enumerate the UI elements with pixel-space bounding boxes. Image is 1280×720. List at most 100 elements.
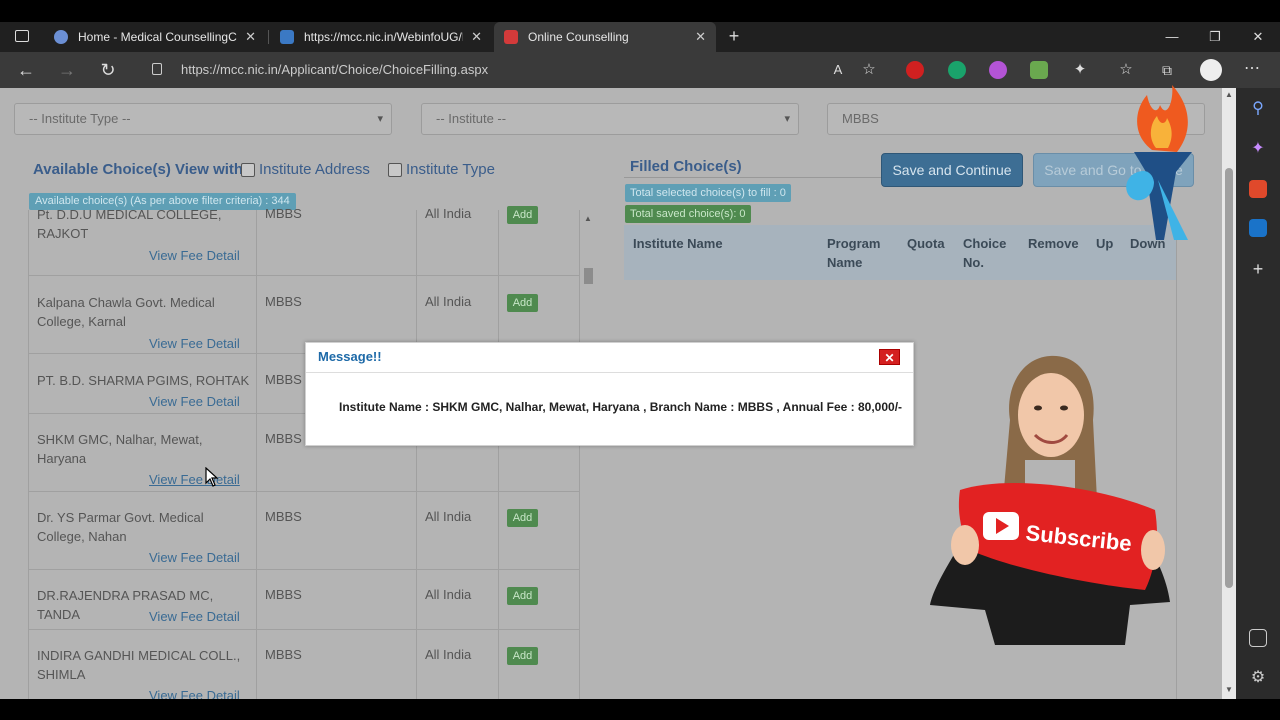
browser-tab-bar: Home - Medical CounsellingCom ✕ https://…	[0, 22, 1280, 52]
tab-title: https://mcc.nic.in/WebinfoUG/Pa	[304, 30, 464, 44]
view-fee-detail-link[interactable]: View Fee Detail	[149, 336, 240, 351]
address-bar: ← → ↻ https://mcc.nic.in/Applicant/Choic…	[0, 52, 1280, 88]
nic-favicon-icon	[280, 30, 294, 44]
add-button[interactable]: Add	[507, 647, 538, 665]
column-header: Institute Name	[633, 236, 723, 251]
refresh-icon[interactable]: ↻	[96, 58, 120, 82]
tab-divider	[268, 30, 269, 44]
scroll-down-icon[interactable]: ▼	[1225, 686, 1233, 694]
close-tab-icon[interactable]: ✕	[695, 29, 706, 45]
tab-webinfo[interactable]: https://mcc.nic.in/WebinfoUG/Pa ✕	[270, 22, 492, 52]
tab-title: Online Counselling	[528, 30, 629, 44]
grammarly-icon[interactable]	[948, 61, 966, 79]
table-row: Dr. YS Parmar Govt. Medical College, Nah…	[28, 492, 580, 570]
view-fee-detail-link[interactable]: View Fee Detail	[149, 472, 240, 487]
program-name: MBBS	[265, 294, 302, 309]
view-fee-detail-link[interactable]: View Fee Detail	[149, 688, 240, 699]
filled-choices-header: Filled Choice(s)	[630, 158, 742, 175]
minimize-icon[interactable]: —	[1150, 22, 1194, 52]
mouse-cursor-icon	[205, 467, 219, 487]
tab-home[interactable]: Home - Medical CounsellingCom ✕	[44, 22, 266, 52]
counselling-favicon-icon	[504, 30, 518, 44]
copilot-icon[interactable]: ✦	[1249, 140, 1267, 158]
settings-gear-icon[interactable]: ⚙	[1249, 669, 1267, 687]
message-dialog: Message!! ✕ Institute Name : SHKM GMC, N…	[305, 342, 914, 446]
new-tab-icon[interactable]: +	[724, 26, 744, 46]
institute-name: Dr. YS Parmar Govt. Medical College, Nah…	[37, 510, 204, 544]
filled-choices-table-header: Institute Name Program Name Quota Choice…	[624, 225, 1176, 280]
tab-title: Home - Medical CounsellingCom	[78, 30, 238, 44]
add-sidebar-icon[interactable]: +	[1249, 260, 1267, 278]
column-header: Remove	[1028, 236, 1079, 251]
institute-name: PT. B.D. SHARMA PGIMS, ROHTAK	[37, 373, 250, 388]
read-aloud-icon[interactable]: A	[826, 58, 850, 82]
extension-green-icon[interactable]	[1030, 61, 1048, 79]
add-button[interactable]: Add	[507, 509, 538, 527]
scroll-thumb[interactable]	[584, 268, 593, 284]
program-name: MBBS	[265, 587, 302, 602]
extension-red-icon[interactable]	[906, 61, 924, 79]
table-scrollbar[interactable]: ▲	[581, 210, 595, 699]
favorites-icon[interactable]: ☆	[1114, 58, 1138, 82]
save-and-continue-button[interactable]: Save and Continue	[881, 153, 1023, 187]
lock-icon	[152, 63, 162, 75]
institute-type-select[interactable]: -- Institute Type -- ▾	[14, 103, 392, 135]
close-tab-icon[interactable]: ✕	[245, 29, 256, 45]
outlook-icon[interactable]	[1249, 219, 1267, 237]
scroll-up-icon[interactable]: ▲	[1225, 91, 1233, 99]
extension-color-icon[interactable]	[989, 61, 1007, 79]
view-fee-detail-link[interactable]: View Fee Detail	[149, 550, 240, 565]
view-fee-detail-link[interactable]: View Fee Detail	[149, 609, 240, 624]
presenter-overlay: Subscribe	[930, 355, 1170, 645]
edge-sidebar: ⚲ ✦ + ⚙	[1236, 88, 1280, 699]
column-header: Choice No.	[963, 236, 1007, 270]
institute-select[interactable]: -- Institute -- ▾	[421, 103, 799, 135]
institute-name: SHKM GMC, Nalhar, Mewat, Haryana	[37, 432, 203, 466]
divider	[624, 177, 882, 178]
available-choices-header: Available Choice(s) View with :	[33, 161, 253, 178]
scroll-thumb[interactable]	[1225, 168, 1233, 588]
table-row: DR.RAJENDRA PRASAD MC, TANDA View Fee De…	[28, 570, 580, 630]
view-fee-detail-link[interactable]: View Fee Detail	[149, 394, 240, 409]
torch-logo	[1126, 85, 1192, 240]
page-scrollbar[interactable]: ▲ ▼	[1222, 88, 1236, 699]
site-favicon-icon	[54, 30, 68, 44]
view-fee-detail-link[interactable]: View Fee Detail	[149, 248, 240, 263]
tab-actions-icon[interactable]	[15, 30, 29, 42]
more-options-icon[interactable]: ⋯	[1244, 58, 1260, 78]
search-icon[interactable]: ⚲	[1249, 100, 1267, 118]
select-value: -- Institute Type --	[29, 111, 131, 126]
sidebar-toggle-icon[interactable]	[1249, 629, 1267, 647]
institute-address-checkbox[interactable]	[241, 163, 255, 177]
profile-avatar[interactable]	[1200, 59, 1222, 81]
back-icon[interactable]: ←	[14, 58, 38, 82]
restore-icon[interactable]: ❐	[1193, 22, 1237, 52]
close-tab-icon[interactable]: ✕	[471, 29, 482, 45]
institute-type-checkbox[interactable]	[388, 163, 402, 177]
quota: All India	[425, 294, 472, 309]
dialog-divider	[306, 372, 913, 373]
add-favorite-icon[interactable]: ☆	[857, 58, 881, 82]
chevron-down-icon: ▾	[377, 113, 383, 125]
scroll-up-icon[interactable]: ▲	[584, 214, 592, 223]
collections-icon[interactable]: ⧉	[1155, 58, 1179, 82]
program-name: MBBS	[265, 509, 302, 524]
column-header: Up	[1096, 236, 1114, 251]
institute-name: Pt. D.D.U MEDICAL COLLEGE, RAJKOT	[37, 207, 222, 241]
chevron-down-icon: ▾	[784, 113, 790, 125]
forward-icon[interactable]: →	[55, 58, 79, 82]
select-value: -- Institute --	[436, 111, 507, 126]
add-button[interactable]: Add	[507, 587, 538, 605]
program-name: MBBS	[265, 372, 302, 387]
close-window-icon[interactable]: ✕	[1236, 22, 1280, 52]
dialog-close-button[interactable]: ✕	[879, 349, 900, 365]
screen: Home - Medical CounsellingCom ✕ https://…	[0, 0, 1280, 720]
office-icon[interactable]	[1249, 180, 1267, 198]
extensions-icon[interactable]: ✦	[1068, 58, 1092, 82]
add-button[interactable]: Add	[507, 294, 538, 312]
tab-online-counselling[interactable]: Online Counselling ✕	[494, 22, 716, 52]
available-choices-table: Pt. D.D.U MEDICAL COLLEGE, RAJKOT View F…	[28, 206, 596, 699]
table-row: INDIRA GANDHI MEDICAL COLL., SHIMLA View…	[28, 630, 580, 699]
add-button[interactable]: Add	[507, 206, 538, 224]
program-name: MBBS	[265, 431, 302, 446]
